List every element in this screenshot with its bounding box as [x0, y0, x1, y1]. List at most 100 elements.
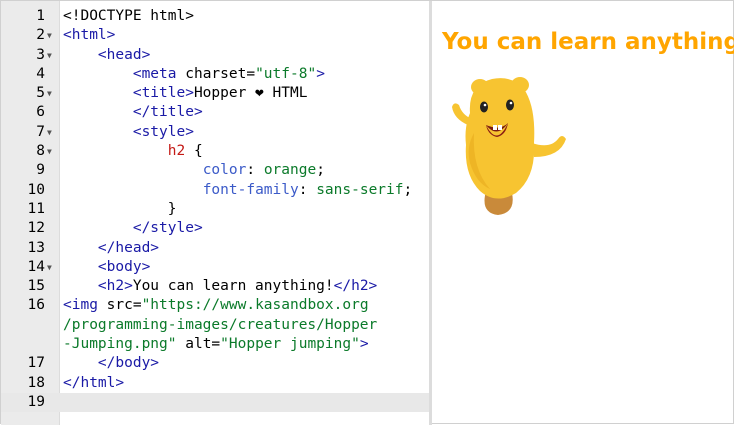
line-number: 9 — [36, 162, 45, 179]
preview-heading: You can learn anything! — [442, 29, 734, 55]
code-token-plain: : — [246, 162, 264, 179]
code-line[interactable]: 18 </html> — [1, 374, 429, 393]
code-token-tag: </head> — [97, 239, 160, 256]
code-line[interactable]: 19 — [1, 392, 429, 413]
fold-arrow-icon[interactable]: ▼ — [47, 258, 52, 277]
code-token-plain: You can learn anything! — [132, 278, 334, 295]
line-number: 10 — [27, 181, 45, 198]
code-token-plain: ; — [403, 181, 413, 198]
fold-arrow-icon[interactable]: ▼ — [47, 142, 52, 161]
fold-arrow-icon[interactable]: ▼ — [47, 26, 52, 45]
code-line[interactable]: /programming-images/creatures/Hopper — [1, 316, 429, 335]
code-text: -Jumping.png" alt="Hopper jumping"> — [63, 335, 369, 354]
code-token-attr: alt= — [176, 336, 221, 353]
line-number: 5 — [36, 85, 45, 102]
code-editor[interactable]: 1 <!DOCTYPE html> 2 ▼ <html> 3 ▼ <head> 4 <meta… — [1, 1, 429, 425]
code-text: <h2>You can learn anything!</h2> — [63, 277, 377, 296]
code-line[interactable]: 3 ▼ <head> — [1, 46, 429, 65]
code-text: <html> — [63, 26, 115, 45]
line-number: 3 — [36, 46, 45, 63]
code-line[interactable]: 1 <!DOCTYPE html> — [1, 7, 429, 26]
code-line[interactable]: 17 </body> — [1, 354, 429, 373]
code-line[interactable]: -Jumping.png" alt="Hopper jumping"> — [1, 335, 429, 354]
code-token-tag: <html> — [63, 27, 116, 44]
code-text: <img src="https://www.kasandbox.org — [63, 296, 369, 315]
code-token-tag: <meta — [132, 65, 186, 82]
code-token-tag: <title> — [132, 85, 194, 102]
line-number: 12 — [27, 220, 45, 237]
code-line[interactable]: 12 </style> — [1, 219, 429, 238]
code-token-tag: <style> — [132, 123, 194, 140]
code-text: </body> — [63, 354, 159, 373]
code-text: <body> — [63, 258, 150, 277]
code-line[interactable]: 2 ▼ <html> — [1, 26, 429, 45]
line-number: 4 — [36, 65, 45, 82]
code-token-prop: color — [202, 162, 247, 179]
code-token-attr: src= — [106, 297, 142, 314]
code-token-tag: > — [316, 65, 325, 82]
code-token-tag: </h2> — [333, 278, 378, 295]
code-text: <head> — [63, 46, 150, 65]
code-token-tag: <body> — [97, 258, 151, 275]
line-number: 1 — [36, 8, 45, 24]
code-line[interactable]: 11 } — [1, 200, 429, 219]
code-line[interactable]: 4 <meta charset="utf-8"> — [1, 65, 429, 84]
code-text: h2 { — [63, 142, 203, 161]
code-token-plain: ; — [316, 162, 325, 179]
code-text: <meta charset="utf-8"> — [63, 65, 325, 84]
code-token-tag: </style> — [132, 220, 203, 237]
fold-arrow-icon[interactable]: ▼ — [47, 123, 52, 142]
line-number: 8 — [36, 143, 45, 160]
code-token-prop: font-family — [202, 181, 299, 198]
code-line[interactable]: 15 <h2>You can learn anything!</h2> — [1, 277, 429, 296]
code-token-plain: } — [63, 200, 177, 217]
line-number: 7 — [36, 123, 45, 140]
code-line[interactable]: 13 </head> — [1, 239, 429, 258]
code-line[interactable]: 14 ▼ <body> — [1, 258, 429, 277]
line-number: 19 — [27, 393, 45, 410]
code-text: <!DOCTYPE html> — [63, 7, 194, 26]
line-number: 16 — [27, 297, 45, 314]
code-lines[interactable]: 1 <!DOCTYPE html> 2 ▼ <html> 3 ▼ <head> 4 <meta… — [1, 7, 429, 413]
code-token-plain: <!DOCTYPE html> — [63, 8, 194, 24]
code-line[interactable]: 16 <img src="https://www.kasandbox.org — [1, 296, 429, 315]
code-token-tag: <h2> — [97, 278, 133, 295]
output-preview: You can learn anything! — [432, 1, 734, 423]
code-text: } — [63, 200, 177, 219]
code-token-str: /programming-images/creatures/Hopper — [63, 316, 378, 333]
line-number: 11 — [27, 200, 45, 217]
code-text: font-family: sans-serif; — [63, 181, 413, 200]
code-token-val: sans-serif — [316, 181, 404, 198]
code-line[interactable]: 9 color: orange; — [1, 161, 429, 180]
code-token-tag: <img — [63, 297, 107, 314]
code-token-plain: : — [298, 181, 317, 198]
code-token-tag: <head> — [97, 46, 151, 63]
code-line[interactable]: 7 ▼ <style> — [1, 123, 429, 142]
code-token-plain: Hopper ❤ HTML — [193, 85, 308, 102]
code-line[interactable]: 8 ▼ h2 { — [1, 142, 429, 161]
code-text: </head> — [63, 239, 159, 258]
code-token-sel: h2 — [167, 143, 186, 160]
code-token-tag: </body> — [97, 355, 160, 372]
code-token-tag: > — [359, 336, 369, 353]
code-text: color: orange; — [63, 161, 325, 180]
code-token-str: -Jumping.png" — [63, 336, 177, 353]
fold-arrow-icon[interactable]: ▼ — [47, 46, 52, 65]
fold-arrow-icon[interactable]: ▼ — [47, 84, 52, 103]
code-token-val: orange — [263, 162, 317, 179]
line-number: 13 — [27, 239, 45, 256]
code-line[interactable]: 5 ▼ <title>Hopper ❤ HTML — [1, 84, 429, 103]
code-text: </style> — [63, 219, 203, 238]
code-line[interactable]: 10 font-family: sans-serif; — [1, 181, 429, 200]
code-line[interactable]: 6 </title> — [1, 103, 429, 122]
